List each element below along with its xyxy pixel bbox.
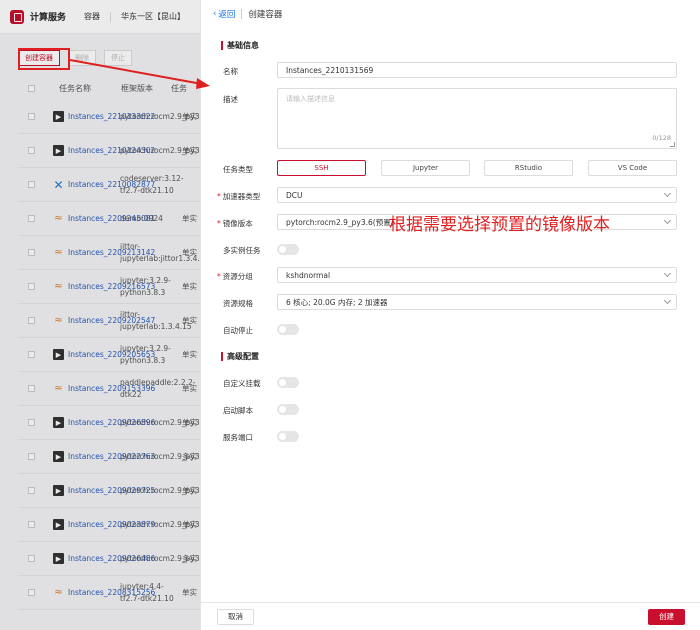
chevron-down-icon [663, 189, 672, 198]
task-type-jupyter[interactable]: Jupyter [381, 160, 470, 176]
description-placeholder: 请输入描述信息 [286, 95, 335, 103]
highlight-box [18, 48, 70, 70]
create-container-drawer: ‹ 返回 创建容器 基础信息 名称 Instances_2210131569 描… [200, 0, 700, 630]
startup-script-toggle[interactable] [277, 404, 299, 415]
required-mark: * [217, 219, 221, 228]
required-mark: * [217, 192, 221, 201]
resource-group-select[interactable]: kshdnormal [277, 267, 677, 283]
cancel-button[interactable]: 取消 [217, 608, 254, 625]
startup-script-label: 启动脚本 [223, 406, 253, 415]
custom-mount-label: 自定义挂载 [223, 379, 261, 388]
resource-spec-select[interactable]: 6 核心; 20.0G 内存; 2 加速器 [277, 294, 677, 310]
back-button[interactable]: ‹ 返回 [213, 8, 235, 20]
auto-stop-toggle[interactable] [277, 324, 299, 335]
multi-instance-toggle[interactable] [277, 244, 299, 255]
accel-type-select[interactable]: DCU [277, 187, 677, 203]
multi-instance-label: 多实例任务 [223, 246, 261, 255]
image-label-text: 镜像版本 [222, 219, 253, 228]
task-type-ssh[interactable]: SSH [277, 160, 366, 176]
char-counter: 0/128 [652, 134, 671, 142]
image-label: * 镜像版本 [217, 218, 253, 229]
section-basic-info: 基础信息 [221, 40, 259, 51]
task-type-vscode[interactable]: VS Code [588, 160, 677, 176]
chevron-left-icon: ‹ [213, 9, 217, 19]
drawer-footer: 取消 创建 [201, 602, 700, 630]
resize-handle[interactable] [670, 142, 675, 147]
resource-group-label: * 资源分组 [217, 271, 253, 282]
resource-group-value: kshdnormal [286, 270, 331, 280]
auto-stop-label: 自动停止 [223, 326, 253, 335]
name-input[interactable]: Instances_2210131569 [277, 62, 677, 78]
annotation-text: 根据需要选择预置的镜像版本 [389, 215, 610, 235]
task-type-rstudio[interactable]: RStudio [484, 160, 573, 176]
accel-type-value: DCU [286, 190, 303, 200]
back-label: 返回 [218, 10, 236, 20]
accel-type-label: * 加速器类型 [217, 191, 260, 202]
divider [241, 9, 243, 19]
name-label: 名称 [223, 67, 238, 76]
task-type-label: 任务类型 [223, 165, 253, 174]
custom-mount-toggle[interactable] [277, 377, 299, 388]
chevron-down-icon [663, 296, 672, 305]
accel-type-label-text: 加速器类型 [222, 192, 261, 201]
description-textarea[interactable]: 请输入描述信息 0/128 [277, 88, 677, 149]
image-version-value: pytorch:rocm2.9_py3.6(预置) [286, 217, 394, 227]
chevron-down-icon [663, 216, 672, 225]
chevron-down-icon [663, 269, 672, 278]
resource-spec-value: 6 核心; 20.0G 内存; 2 加速器 [286, 297, 388, 307]
required-mark: * [217, 272, 221, 281]
app-window: 计算服务 容器 华东一区【昆山】 创建容器 删除 停止 任务名称 框架版本 任务… [0, 0, 700, 630]
resource-group-label-text: 资源分组 [222, 272, 253, 281]
service-port-label: 服务端口 [223, 433, 253, 442]
drawer-title: 创建容器 [248, 10, 283, 20]
section-advanced-config: 高级配置 [221, 351, 259, 362]
service-port-toggle[interactable] [277, 431, 299, 442]
description-label: 描述 [223, 95, 238, 104]
resource-spec-label: 资源规格 [223, 299, 253, 308]
create-button[interactable]: 创建 [648, 608, 685, 625]
drawer-header: ‹ 返回 创建容器 [201, 0, 700, 28]
